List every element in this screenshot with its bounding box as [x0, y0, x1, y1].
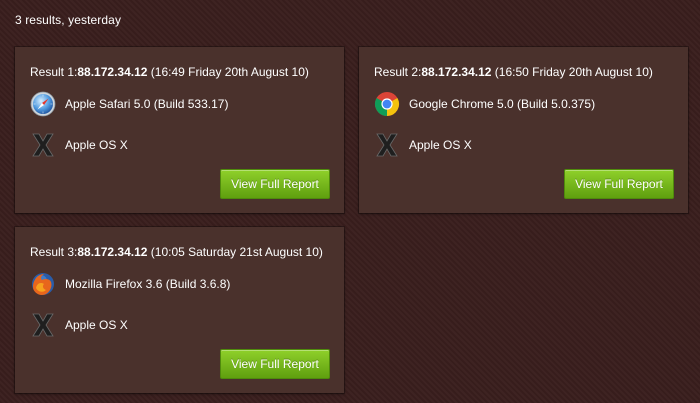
- ip-address: 88.172.34.12: [77, 245, 148, 259]
- browser-name: Apple Safari 5.0 (Build 533.17): [65, 97, 229, 111]
- chrome-icon: [374, 91, 400, 117]
- browser-row: Google Chrome 5.0 (Build 5.0.375): [374, 91, 595, 117]
- browser-name: Mozilla Firefox 3.6 (Build 3.6.8): [65, 277, 231, 291]
- os-row: Apple OS X: [374, 132, 472, 158]
- os-name: Apple OS X: [65, 318, 128, 332]
- result-header: Result 1:88.172.34.12 (16:49 Friday 20th…: [30, 65, 309, 79]
- ip-address: 88.172.34.12: [421, 65, 492, 79]
- browser-name: Google Chrome 5.0 (Build 5.0.375): [409, 97, 596, 111]
- view-full-report-button[interactable]: View Full Report: [220, 169, 330, 199]
- result-card-2: Result 2:88.172.34.12 (16:50 Friday 20th…: [359, 47, 688, 213]
- result-timestamp: (16:49 Friday 20th August 10): [147, 65, 309, 79]
- os-row: Apple OS X: [30, 132, 128, 158]
- safari-icon: [30, 91, 56, 117]
- os-name: Apple OS X: [65, 138, 128, 152]
- apple-osx-icon: [30, 132, 56, 158]
- result-header: Result 3:88.172.34.12 (10:05 Saturday 21…: [30, 245, 323, 259]
- result-card-3: Result 3:88.172.34.12 (10:05 Saturday 21…: [15, 227, 344, 393]
- os-name: Apple OS X: [409, 138, 472, 152]
- result-number: Result 1:: [30, 65, 78, 79]
- apple-osx-icon: [30, 312, 56, 338]
- view-full-report-button[interactable]: View Full Report: [564, 169, 674, 199]
- result-timestamp: (16:50 Friday 20th August 10): [491, 65, 653, 79]
- result-timestamp: (10:05 Saturday 21st August 10): [147, 245, 323, 259]
- firefox-icon: [30, 271, 56, 297]
- os-row: Apple OS X: [30, 312, 128, 338]
- result-card-1: Result 1:88.172.34.12 (16:49 Friday 20th…: [15, 47, 344, 213]
- browser-row: Mozilla Firefox 3.6 (Build 3.6.8): [30, 271, 230, 297]
- ip-address: 88.172.34.12: [77, 65, 148, 79]
- results-summary: 3 results, yesterday: [15, 13, 122, 27]
- view-full-report-button[interactable]: View Full Report: [220, 349, 330, 379]
- browser-row: Apple Safari 5.0 (Build 533.17): [30, 91, 228, 117]
- result-number: Result 3:: [30, 245, 78, 259]
- apple-osx-icon: [374, 132, 400, 158]
- result-header: Result 2:88.172.34.12 (16:50 Friday 20th…: [374, 65, 653, 79]
- result-number: Result 2:: [374, 65, 422, 79]
